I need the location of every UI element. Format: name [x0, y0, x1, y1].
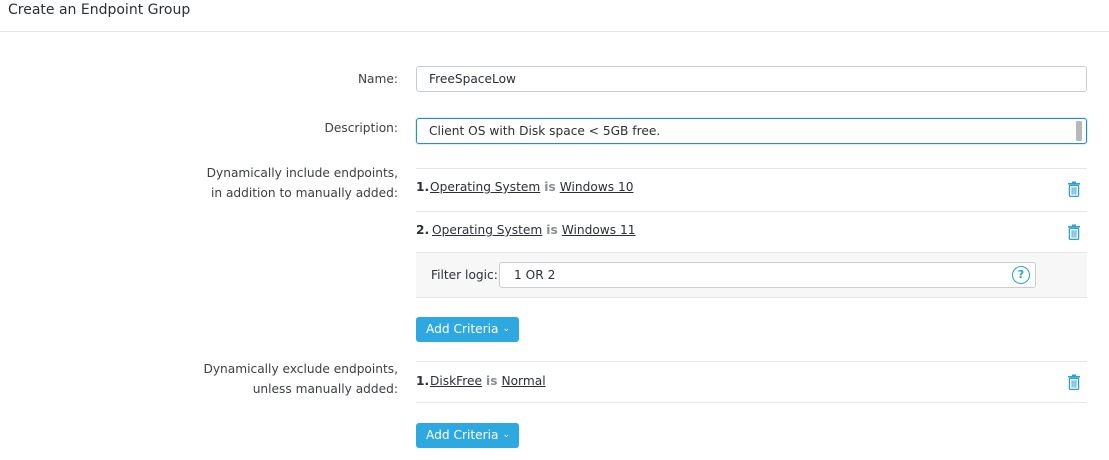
filter-logic-input[interactable]: 1 OR 2 ?: [499, 262, 1036, 288]
criterion-value-link[interactable]: Normal: [501, 374, 545, 388]
filter-logic-label: Filter logic:: [431, 268, 498, 282]
criterion-expression: Operating System is Windows 10: [430, 180, 634, 194]
filter-logic-row: Filter logic: 1 OR 2 ?: [416, 252, 1087, 298]
page-header: Create an Endpoint Group: [0, 0, 1109, 32]
add-criteria-label: Add Criteria: [426, 322, 499, 336]
add-include-criteria-button[interactable]: Add Criteria ⌄: [416, 317, 519, 342]
criterion-expression: DiskFree is Normal: [430, 374, 546, 388]
description-text: Client OS with Disk space < 5GB free.: [429, 124, 661, 138]
include-criterion-1: 1. Operating System is Windows 10: [416, 168, 1087, 211]
include-label-line2: in addition to manually added:: [210, 186, 398, 200]
exclude-label-line1: Dynamically exclude endpoints,: [203, 362, 398, 376]
include-criterion-2: 2. Operating System is Windows 11: [416, 211, 1087, 252]
exclude-label: Dynamically exclude endpoints, unless ma…: [203, 359, 398, 399]
trash-icon[interactable]: [1067, 374, 1081, 390]
add-criteria-label: Add Criteria: [426, 428, 499, 442]
exclude-criterion-1: 1. DiskFree is Normal: [416, 361, 1087, 403]
filter-logic-value: 1 OR 2: [514, 268, 556, 282]
criterion-value-link[interactable]: Windows 11: [562, 223, 636, 237]
exclude-label-line2: unless manually added:: [252, 382, 398, 396]
trash-icon[interactable]: [1067, 181, 1081, 197]
criterion-operator: is: [486, 374, 498, 388]
criterion-operator: is: [546, 223, 558, 237]
help-circle-icon[interactable]: ?: [1012, 266, 1030, 284]
name-label: Name:: [357, 72, 398, 86]
page-title: Create an Endpoint Group: [8, 2, 191, 18]
chevron-down-icon: ⌄: [502, 324, 510, 334]
add-exclude-criteria-button[interactable]: Add Criteria ⌄: [416, 423, 519, 448]
criterion-value-link[interactable]: Windows 10: [560, 180, 634, 194]
chevron-down-icon: ⌄: [502, 430, 510, 440]
criterion-field-link[interactable]: Operating System: [430, 180, 540, 194]
scrollbar[interactable]: [1076, 121, 1082, 141]
criterion-number: 2.: [416, 223, 430, 237]
include-label: Dynamically include endpoints, in additi…: [207, 163, 398, 203]
description-input[interactable]: Client OS with Disk space < 5GB free.: [416, 118, 1087, 144]
criterion-field-link[interactable]: Operating System: [432, 223, 542, 237]
criterion-operator: is: [544, 180, 556, 194]
description-label: Description:: [324, 121, 398, 135]
trash-icon[interactable]: [1067, 224, 1081, 240]
name-input[interactable]: FreeSpaceLow: [416, 66, 1087, 92]
criterion-expression: Operating System is Windows 11: [432, 223, 636, 237]
criterion-number: 1.: [416, 374, 430, 388]
criterion-field-link[interactable]: DiskFree: [430, 374, 482, 388]
include-label-line1: Dynamically include endpoints,: [206, 166, 398, 180]
criterion-number: 1.: [416, 180, 430, 194]
